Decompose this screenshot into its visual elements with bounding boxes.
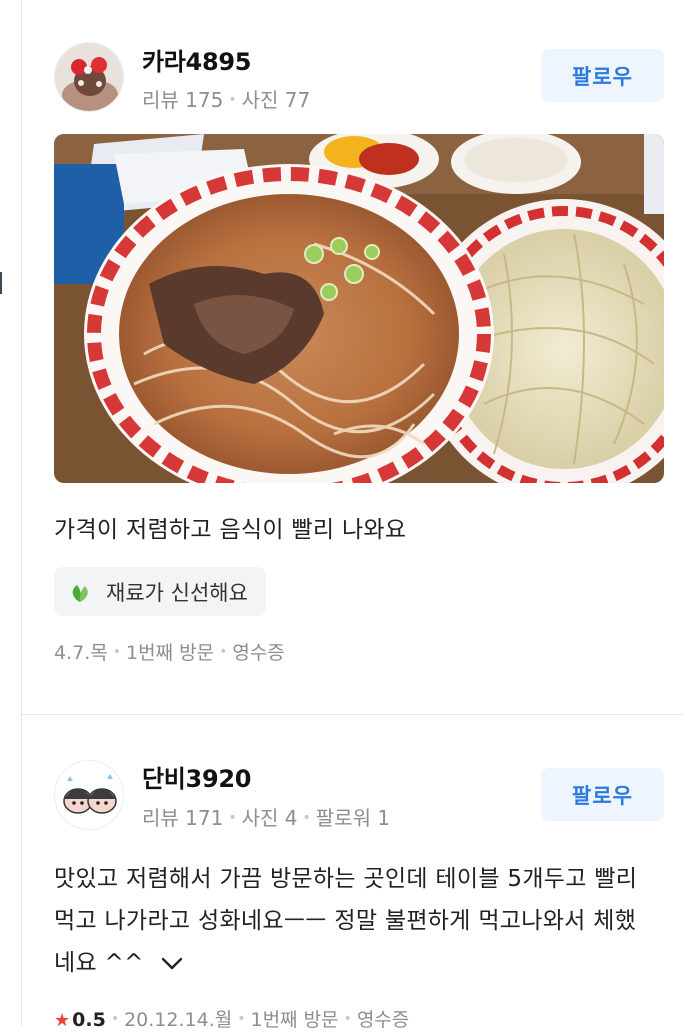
review-text: 가격이 저렴하고 음식이 빨리 나와요 — [54, 517, 407, 543]
separator-dot: • — [228, 92, 237, 108]
review-count: 리뷰 175 — [142, 88, 224, 112]
separator-dot: • — [112, 644, 122, 660]
star-icon: ★ — [54, 1010, 71, 1031]
avatar[interactable] — [54, 760, 124, 830]
separator-dot: • — [110, 1011, 120, 1027]
review-photo[interactable] — [54, 134, 664, 483]
photo-count: 사진 4 — [241, 806, 298, 830]
keyword-tag: 재료가 신선해요 — [54, 567, 266, 616]
visit-count: 1번째 방문 — [126, 642, 215, 664]
separator-dot: • — [343, 1011, 352, 1027]
review-card: 단비3920 리뷰 171 • 사진 4 • 팔로워 1 팔로우 맛있고 저렴해서 가끔… — [22, 715, 683, 1031]
follow-button[interactable]: 팔로우 — [541, 49, 664, 102]
follower-count: 팔로워 1 — [315, 806, 391, 830]
review-text: 맛있고 저렴해서 가끔 방문하는 곳인데 테이블 5개두고 빨리 먹고 나가라고… — [54, 866, 638, 976]
separator-dot: • — [228, 810, 237, 826]
scroll-edge-marker — [0, 272, 2, 294]
reviewer-stats: 리뷰 171 • 사진 4 • 팔로워 1 — [142, 802, 390, 831]
leaf-icon — [68, 580, 92, 604]
reviewer-stats: 리뷰 175 • 사진 77 — [142, 84, 310, 113]
receipt-label: 영수증 — [356, 1009, 410, 1031]
avatar[interactable] — [54, 42, 124, 112]
receipt-label: 영수증 — [232, 642, 285, 664]
visit-info: 4.7.목 • 1번째 방문 • 영수증 — [54, 638, 285, 665]
rating-score: 0.5 — [72, 1009, 106, 1031]
chevron-down-icon[interactable] — [161, 943, 183, 985]
follow-button[interactable]: 팔로우 — [541, 768, 664, 821]
reviewer-name[interactable]: 카라4895 — [142, 42, 251, 77]
review-text-block: 맛있고 저렴해서 가끔 방문하는 곳인데 테이블 5개두고 빨리 먹고 나가라고… — [54, 858, 647, 985]
reviewer-name[interactable]: 단비3920 — [142, 759, 251, 794]
separator-dot: • — [237, 1011, 246, 1027]
separator-dot: • — [219, 644, 228, 660]
visit-info: ★ 0.5 • 20.12.14.월 • 1번째 방문 • 영수증 — [54, 1005, 409, 1032]
visit-date: 4.7.목 — [54, 642, 108, 664]
review-card: 카라4895 리뷰 175 • 사진 77 팔로우 가격이 저렴하고 음식이 빨… — [22, 0, 683, 714]
photo-count: 사진 77 — [241, 88, 311, 112]
separator-dot: • — [302, 810, 311, 826]
review-count: 리뷰 171 — [142, 806, 224, 830]
keyword-tag-label: 재료가 신선해요 — [106, 580, 248, 605]
visit-date: 20.12.14.월 — [124, 1009, 233, 1031]
visit-count: 1번째 방문 — [250, 1009, 339, 1031]
